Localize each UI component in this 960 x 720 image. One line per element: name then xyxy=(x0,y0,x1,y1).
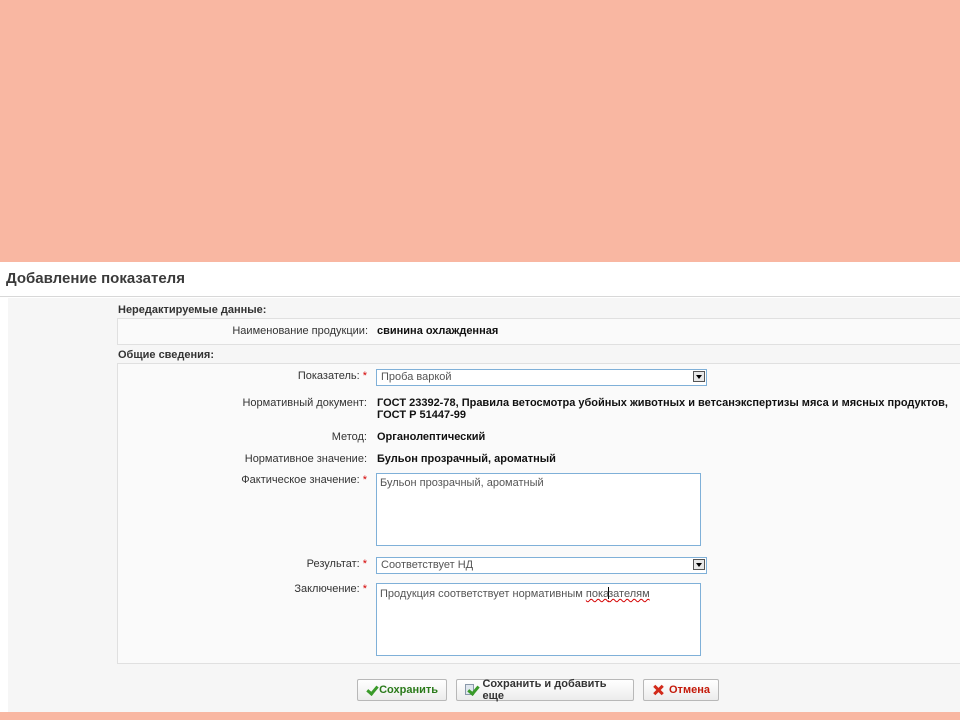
close-icon xyxy=(652,684,664,696)
normdoc-value-line2: ГОСТ Р 51447-99 xyxy=(377,409,466,421)
readonly-section-label: Нередактируемые данные: xyxy=(118,304,267,316)
result-select[interactable]: Соответствует НД xyxy=(376,557,707,574)
normdoc-value-line1: ГОСТ 23392-78, Правила ветосмотра убойны… xyxy=(377,397,948,409)
conclusion-text-part1: Продукция соответствует нормативным xyxy=(380,588,586,600)
actual-value-textarea[interactable]: Бульон прозрачный, ароматный xyxy=(376,473,701,546)
add-indicator-dialog: Добавление показателя Нередактируемые да… xyxy=(0,262,960,712)
normdoc-label: Нормативный документ: xyxy=(242,397,367,409)
required-mark: * xyxy=(362,583,367,595)
result-select-value: Соответствует НД xyxy=(381,559,474,571)
required-mark: * xyxy=(362,558,367,570)
product-name-value: свинина охлажденная xyxy=(377,325,499,337)
method-value: Органолептический xyxy=(377,431,486,443)
indicator-label: Показатель: * xyxy=(297,370,367,382)
cancel-button-label: Отмена xyxy=(669,684,710,696)
cancel-button[interactable]: Отмена xyxy=(643,679,719,701)
required-mark: * xyxy=(362,370,367,382)
indicator-select[interactable]: Проба варкой xyxy=(376,369,707,386)
method-label: Метод: xyxy=(331,431,367,443)
conclusion-label: Заключение: * xyxy=(294,583,367,595)
save-button[interactable]: Сохранить xyxy=(357,679,447,701)
result-label: Результат: * xyxy=(306,558,367,570)
actual-value-label: Фактическое значение: * xyxy=(241,474,367,486)
indicator-select-value: Проба варкой xyxy=(381,371,452,383)
chevron-down-icon[interactable] xyxy=(693,559,705,570)
general-section-label: Общие сведения: xyxy=(118,349,215,361)
save-button-label: Сохранить xyxy=(379,684,438,696)
save-and-add-button[interactable]: Сохранить и добавить еще xyxy=(456,678,634,702)
product-name-label: Наименование продукции: xyxy=(232,325,368,337)
conclusion-text-misspelled: показателям xyxy=(585,587,650,600)
title-divider xyxy=(0,296,960,297)
readonly-panel: Наименование продукции: свинина охлажден… xyxy=(117,318,960,345)
required-mark: * xyxy=(362,474,367,486)
checkmark-icon xyxy=(366,684,374,696)
conclusion-textarea[interactable]: Продукция соответствует нормативным пока… xyxy=(376,583,701,656)
normvalue-label: Нормативное значение: xyxy=(244,453,367,465)
actual-value-text: Бульон прозрачный, ароматный xyxy=(380,477,544,489)
chevron-down-icon[interactable] xyxy=(693,371,705,382)
save-and-add-button-label: Сохранить и добавить еще xyxy=(482,678,607,702)
normvalue-value: Бульон прозрачный, ароматный xyxy=(377,453,556,465)
dialog-title: Добавление показателя xyxy=(6,270,185,287)
save-add-icon xyxy=(465,683,480,696)
